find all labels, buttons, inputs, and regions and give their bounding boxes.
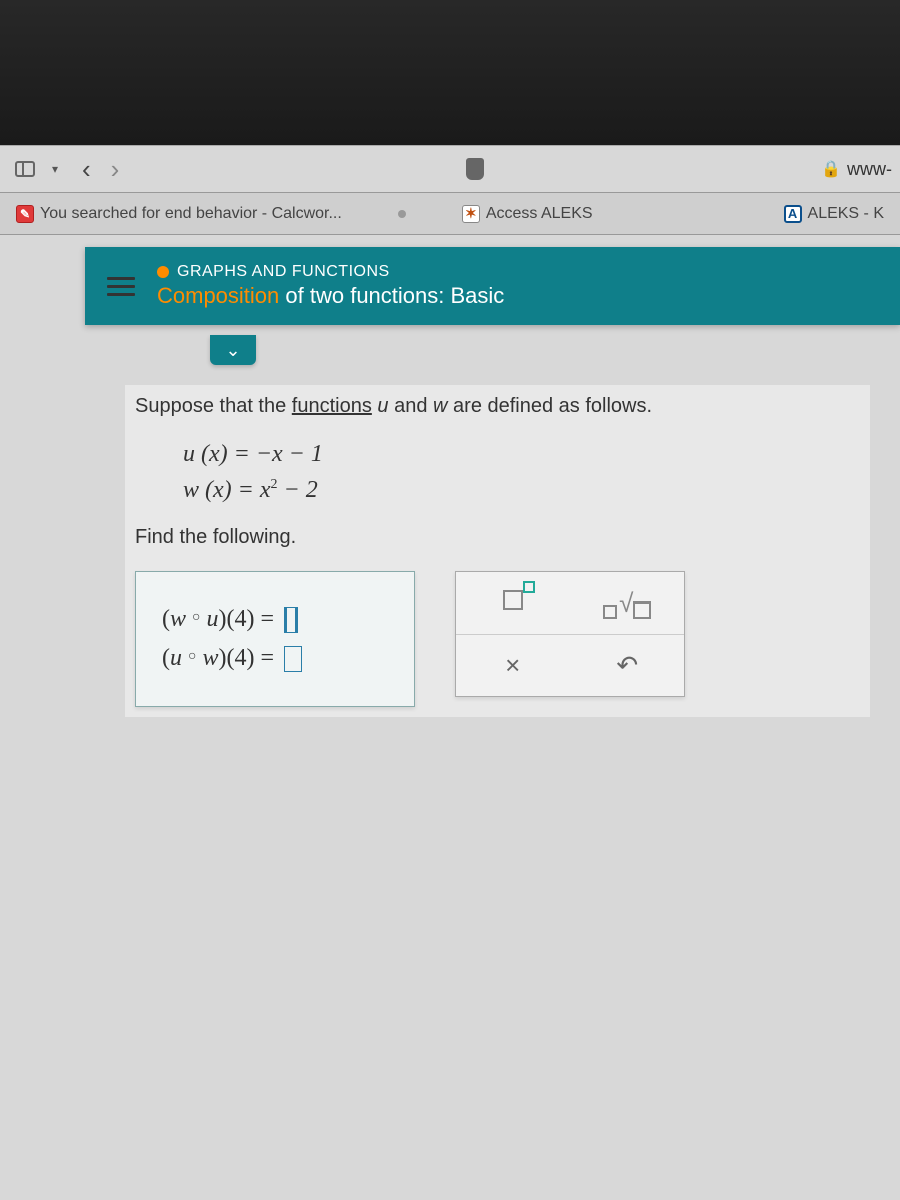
tool-undo[interactable]: ↶: [570, 635, 685, 696]
input-w-of-u[interactable]: [284, 607, 298, 633]
category-dot-icon: [157, 266, 169, 278]
page-content: GRAPHS AND FUNCTIONS Composition of two …: [0, 235, 900, 1200]
forward-button: ›: [101, 154, 130, 185]
toolbar-dropdown-icon[interactable]: ▾: [38, 152, 72, 186]
tab-calcworkshop[interactable]: ✎ You searched for end behavior - Calcwo…: [6, 201, 352, 227]
privacy-shield-icon[interactable]: [466, 158, 484, 180]
address-summary[interactable]: 🔒 www-: [821, 159, 892, 180]
problem-area: Suppose that the functions u and w are d…: [125, 385, 870, 717]
glossary-link-functions[interactable]: functions: [292, 395, 372, 417]
lesson-title: Composition of two functions: Basic: [157, 283, 504, 309]
tool-sqrt[interactable]: √: [570, 572, 685, 634]
lesson-category: GRAPHS AND FUNCTIONS: [157, 263, 504, 281]
url-text: www-: [847, 159, 892, 180]
tab-bar: ✎ You searched for end behavior - Calcwo…: [0, 193, 900, 235]
device-bezel-top: [0, 0, 900, 145]
tab-favicon-mcgraw: ✶: [462, 205, 480, 223]
input-u-of-w[interactable]: [284, 646, 302, 672]
answer-box: (w ○ u)(4) = (u ○ w)(4) =: [135, 571, 415, 707]
given-equations: u (x) = −x − 1 w (x) = x2 − 2: [183, 436, 860, 508]
expand-chevron-down-icon[interactable]: ⌄: [210, 335, 256, 365]
equation-u: u (x) = −x − 1: [183, 436, 860, 472]
tab-favicon-calcworkshop: ✎: [16, 205, 34, 223]
sidebar-toggle-icon[interactable]: [8, 152, 42, 186]
tab-aleks-active[interactable]: A ALEKS - K: [774, 201, 894, 227]
tab-separator: [398, 210, 406, 218]
answer-u-of-w: (u ○ w)(4) =: [162, 645, 388, 672]
equation-w: w (x) = x2 − 2: [183, 472, 860, 508]
lock-icon: 🔒: [821, 159, 841, 179]
lesson-header: GRAPHS AND FUNCTIONS Composition of two …: [85, 247, 900, 325]
tool-exponent[interactable]: [456, 572, 570, 634]
tool-clear[interactable]: ×: [456, 635, 570, 696]
tab-label: ALEKS - K: [808, 205, 884, 223]
tab-label: Access ALEKS: [486, 205, 593, 223]
tab-favicon-aleks: A: [784, 205, 802, 223]
problem-intro: Suppose that the functions u and w are d…: [135, 395, 860, 418]
back-button[interactable]: ‹: [72, 154, 101, 185]
instruction-find: Find the following.: [135, 526, 860, 549]
math-tool-panel: √ × ↶: [455, 571, 685, 697]
answer-w-of-u: (w ○ u)(4) =: [162, 606, 388, 633]
tab-access-aleks[interactable]: ✶ Access ALEKS: [452, 201, 603, 227]
menu-icon[interactable]: [107, 277, 135, 296]
tab-label: You searched for end behavior - Calcwor.…: [40, 205, 342, 223]
browser-toolbar: ▾ ‹ › 🔒 www-: [0, 145, 900, 193]
